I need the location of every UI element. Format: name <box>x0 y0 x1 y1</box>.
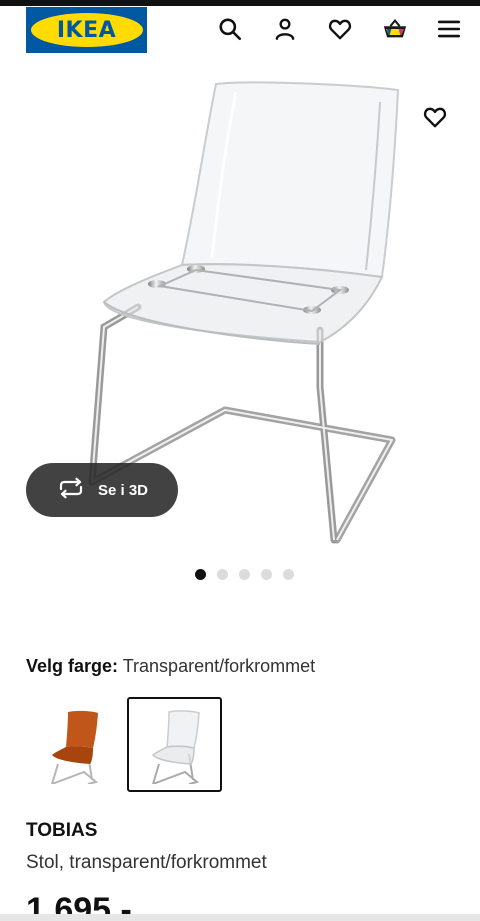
carousel-dot-4[interactable] <box>261 569 272 580</box>
basket-icon[interactable] <box>378 12 412 46</box>
carousel-dot-1[interactable] <box>195 569 206 580</box>
swatch-transparent[interactable] <box>127 697 222 792</box>
favorite-icon[interactable] <box>418 100 452 134</box>
view-3d-button[interactable]: Se i 3D <box>26 463 178 517</box>
color-selector-heading: Velg farge: Transparent/forkrommet <box>26 656 315 677</box>
color-swatches <box>26 697 222 792</box>
carousel-dot-5[interactable] <box>283 569 294 580</box>
carousel-dot-3[interactable] <box>239 569 250 580</box>
bottom-bar <box>0 914 480 921</box>
product-description: Stol, transparent/forkrommet <box>26 852 267 873</box>
ikea-logo[interactable]: IKEA <box>26 7 147 53</box>
search-icon[interactable] <box>213 12 247 46</box>
swatch-orange[interactable] <box>26 697 121 792</box>
product-name: TOBIAS <box>26 820 98 841</box>
carousel-dots <box>195 569 294 580</box>
menu-icon[interactable] <box>432 12 466 46</box>
logo-oval: IKEA <box>30 13 143 47</box>
color-value: Transparent/forkrommet <box>122 656 316 676</box>
heart-icon[interactable] <box>323 12 357 46</box>
rotate-3d-icon <box>56 477 86 504</box>
view-3d-label: Se i 3D <box>97 481 149 499</box>
logo-text: IKEA <box>56 17 117 43</box>
carousel-dot-2[interactable] <box>217 569 228 580</box>
color-label: Velg farge: <box>26 656 119 676</box>
top-header: IKEA <box>0 6 480 54</box>
profile-icon[interactable] <box>268 12 302 46</box>
